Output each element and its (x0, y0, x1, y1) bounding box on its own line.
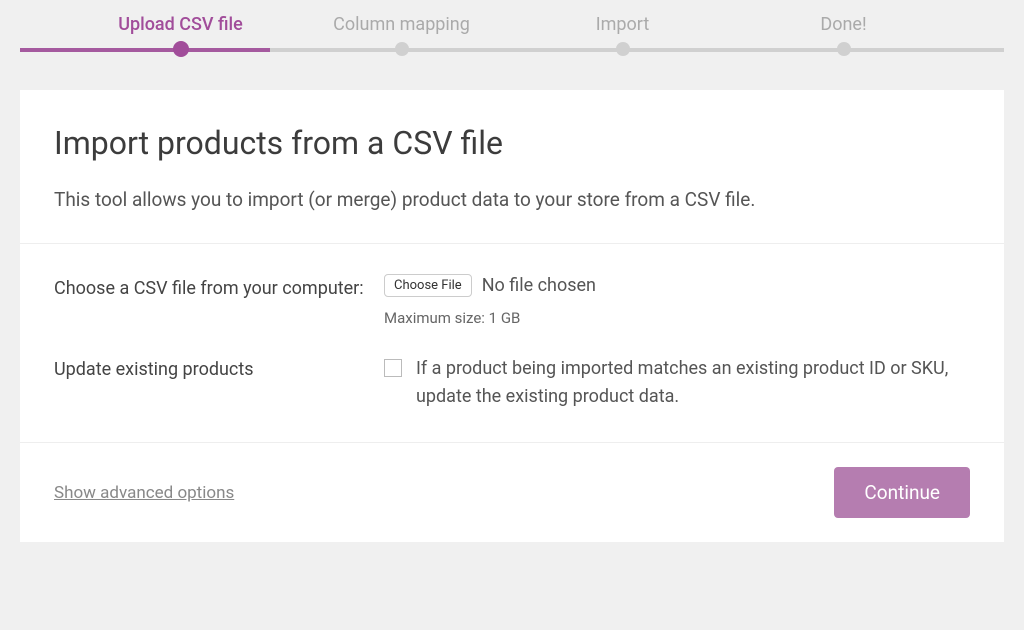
card-header: Import products from a CSV file This too… (20, 90, 1004, 244)
stepper-item-mapping[interactable]: Column mapping (291, 0, 512, 59)
update-description: If a product being imported matches an e… (416, 355, 970, 413)
stepper-label: Done! (820, 0, 866, 43)
continue-button[interactable]: Continue (834, 467, 970, 518)
stepper-dot-icon (837, 42, 851, 56)
stepper-item-done[interactable]: Done! (733, 0, 954, 59)
stepper-label: Upload CSV file (118, 0, 243, 43)
choose-file-button[interactable]: Choose File (384, 274, 472, 297)
stepper-dot-icon (616, 42, 630, 56)
card-footer: Show advanced options Continue (20, 443, 1004, 542)
page-title: Import products from a CSV file (54, 124, 970, 162)
stepper-item-upload[interactable]: Upload CSV file (70, 0, 291, 59)
stepper-label: Column mapping (333, 0, 470, 43)
stepper-dot-icon (173, 41, 189, 57)
show-advanced-link[interactable]: Show advanced options (54, 483, 234, 503)
stepper-label: Import (596, 0, 649, 43)
update-row: Update existing products If a product be… (54, 355, 970, 413)
file-field-label: Choose a CSV file from your computer: (54, 274, 384, 305)
page-subtitle: This tool allows you to import (or merge… (54, 186, 970, 215)
update-field-label: Update existing products (54, 355, 384, 386)
form-section: Choose a CSV file from your computer: Ch… (20, 244, 1004, 444)
update-existing-checkbox[interactable] (384, 359, 402, 377)
stepper-dot-icon (395, 42, 409, 56)
stepper-item-import[interactable]: Import (512, 0, 733, 59)
file-status-text: No file chosen (482, 275, 596, 296)
file-row: Choose a CSV file from your computer: Ch… (54, 274, 970, 327)
file-size-hint: Maximum size: 1 GB (384, 309, 970, 327)
wizard-stepper: Upload CSV file Column mapping Import Do… (0, 0, 1024, 60)
import-card: Import products from a CSV file This too… (20, 90, 1004, 542)
